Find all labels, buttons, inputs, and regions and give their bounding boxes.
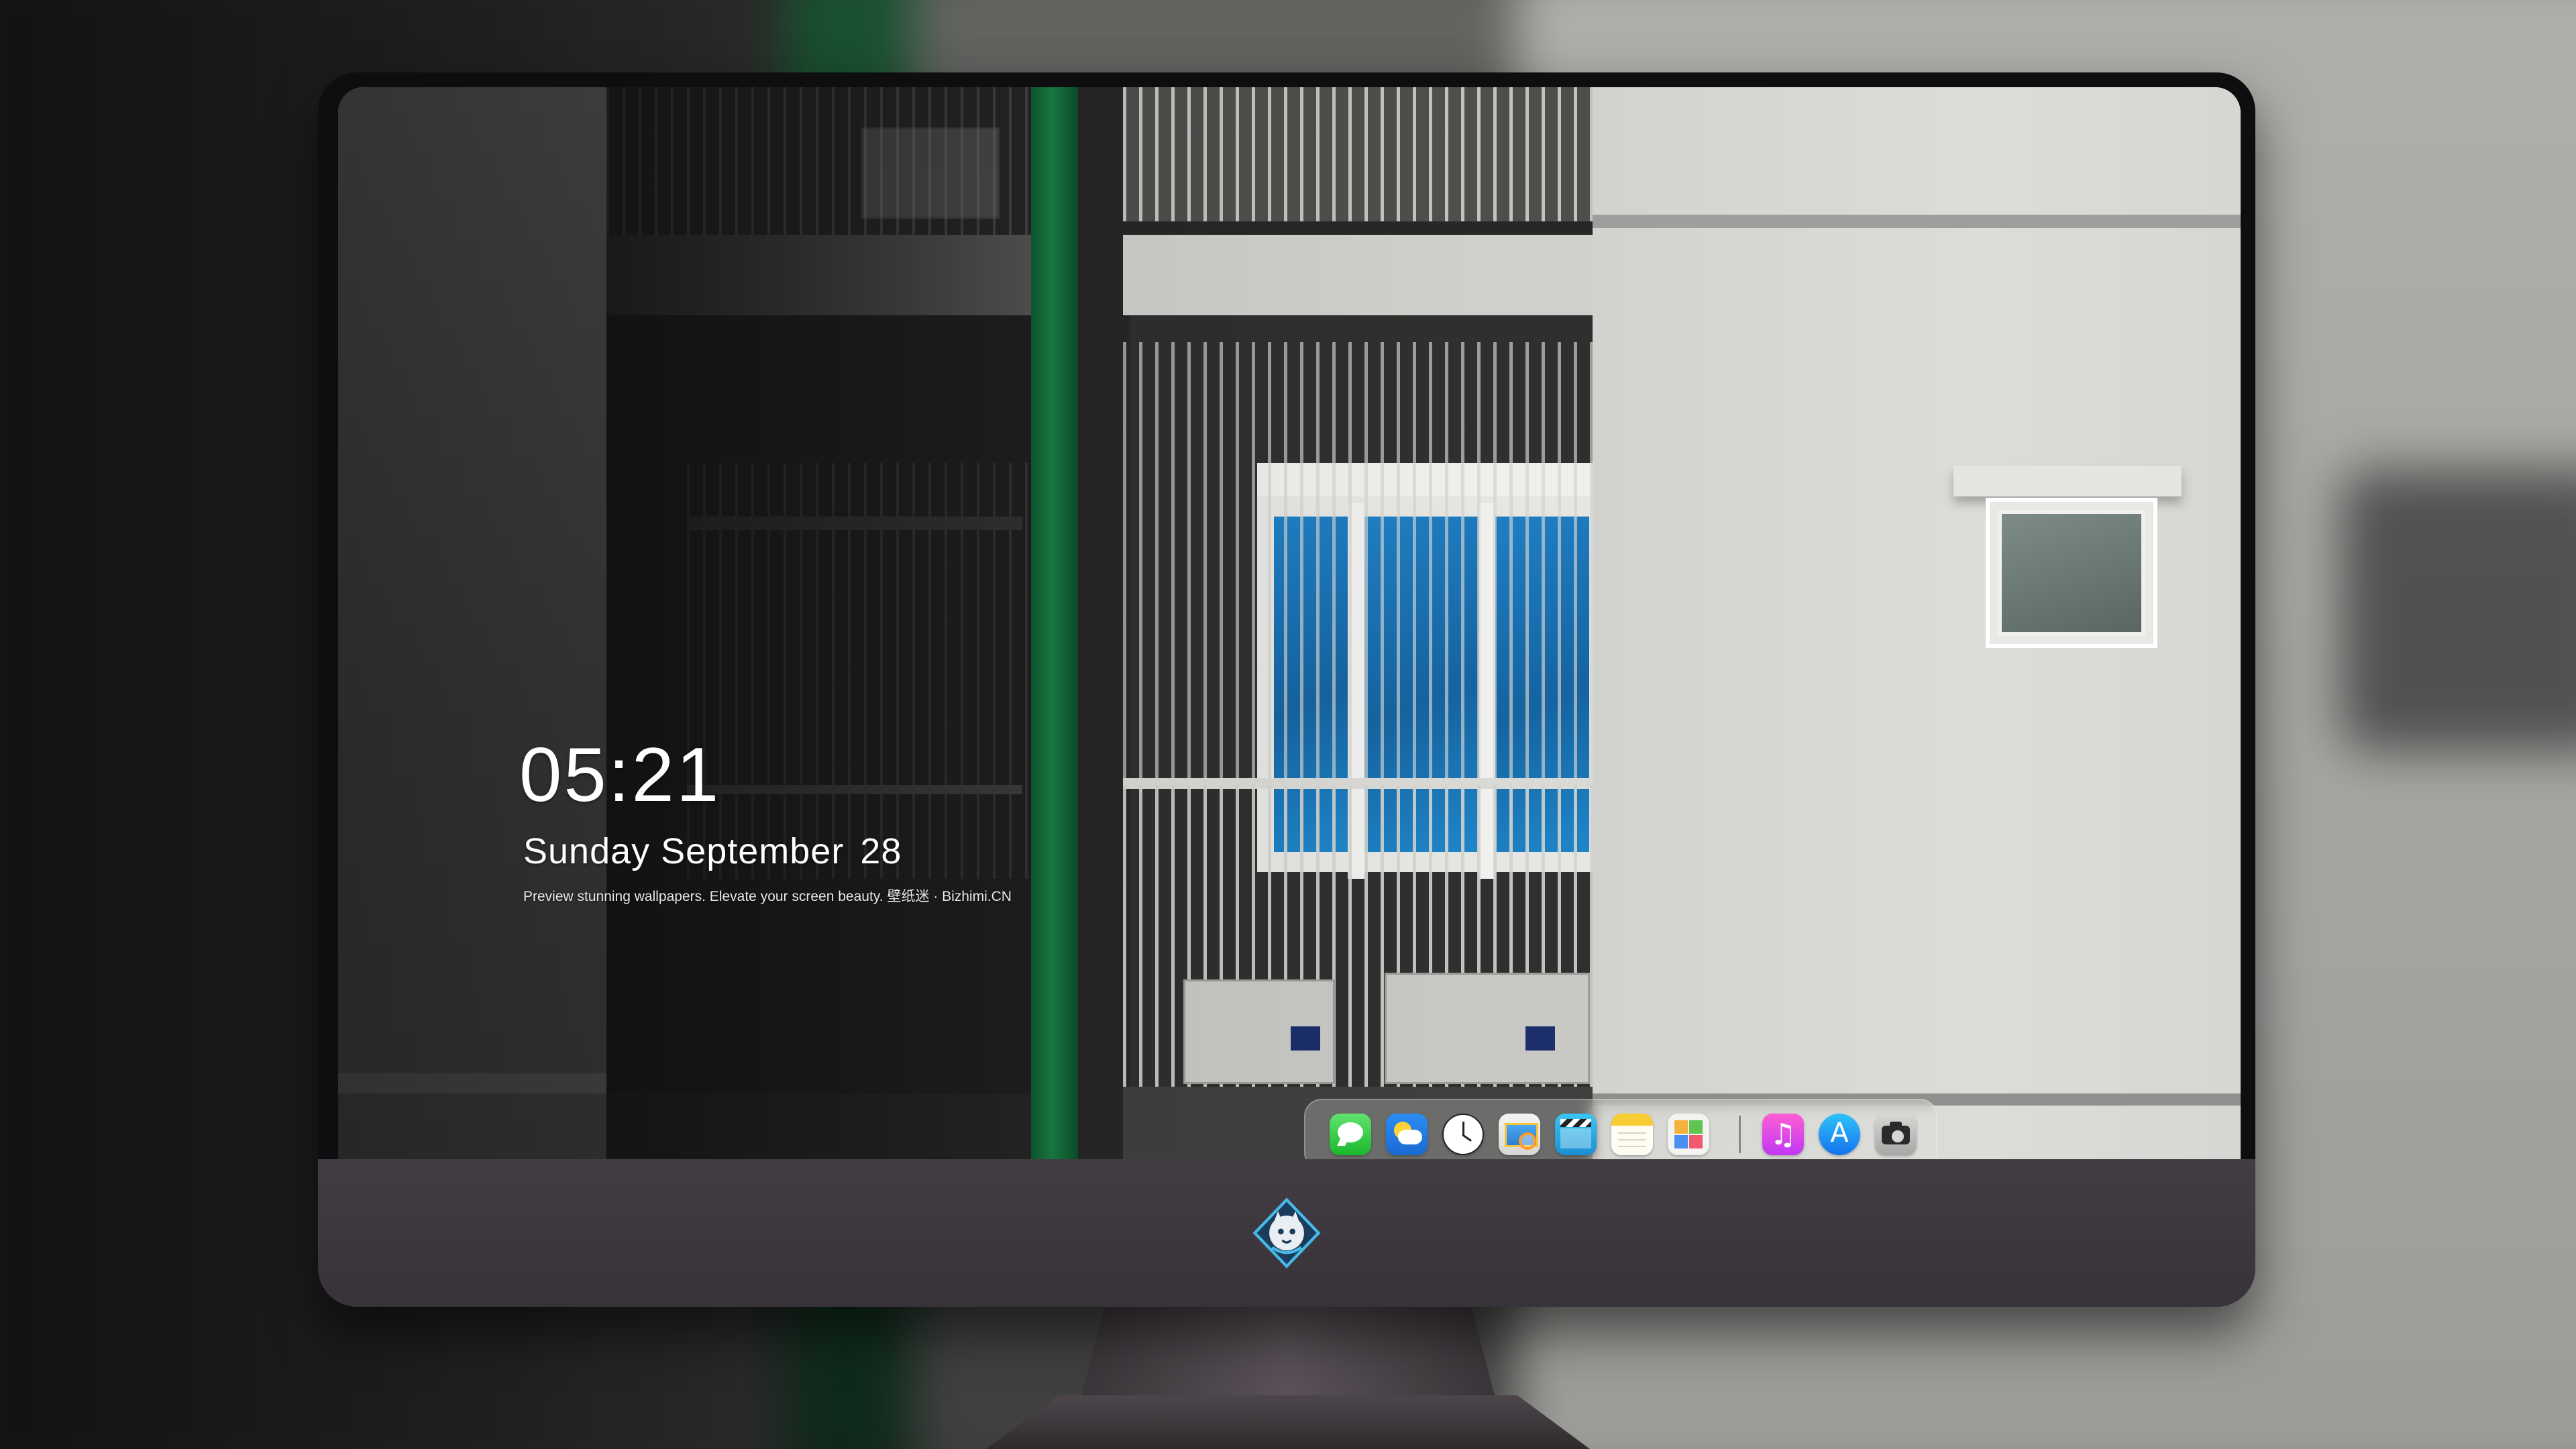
dock-separator	[1739, 1116, 1741, 1153]
music-icon[interactable]: ♫	[1762, 1114, 1804, 1155]
mascot-logo-icon	[1252, 1197, 1321, 1269]
date-label: Sunday September	[523, 831, 845, 871]
monitor-stand-base	[986, 1395, 1590, 1449]
monitor: 05:21 Sunday September 28 Preview stunnin…	[318, 72, 2255, 1307]
dock: ♫ A	[1304, 1099, 1937, 1161]
desktop-screen[interactable]: 05:21 Sunday September 28 Preview stunnin…	[338, 87, 2241, 1161]
wallpaper	[338, 87, 2241, 1161]
clock-icon[interactable]	[1442, 1114, 1484, 1155]
clapperboard-icon[interactable]	[1555, 1114, 1597, 1155]
camera-icon[interactable]	[1875, 1114, 1917, 1155]
app-store-icon[interactable]: A	[1819, 1114, 1860, 1155]
date-day-number: 28	[860, 831, 902, 871]
lock-screen-time: 05:21	[519, 733, 721, 818]
preview-icon[interactable]	[1499, 1114, 1540, 1155]
messages-icon[interactable]	[1330, 1114, 1371, 1155]
monitor-stand-neck	[1080, 1307, 1496, 1401]
photos-icon[interactable]	[1668, 1114, 1709, 1155]
lock-screen-date: Sunday September 28	[523, 830, 902, 872]
notes-icon[interactable]	[1611, 1114, 1653, 1155]
monitor-chin	[318, 1159, 2255, 1307]
weather-icon[interactable]	[1386, 1114, 1428, 1155]
wallpaper-tagline: Preview stunning wallpapers. Elevate you…	[523, 889, 1012, 904]
